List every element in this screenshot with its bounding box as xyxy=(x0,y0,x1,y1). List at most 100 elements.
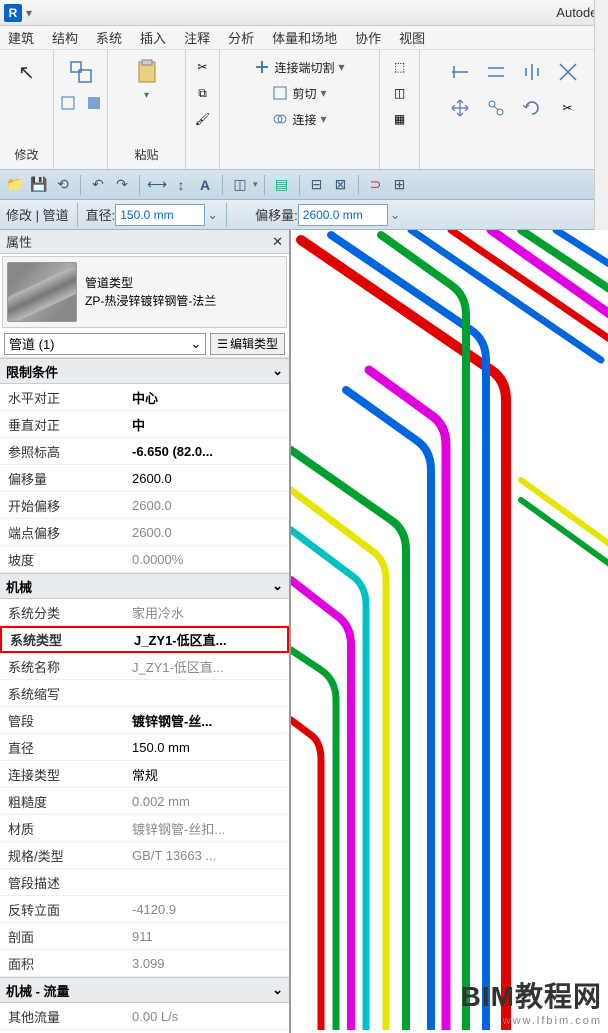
qat-section[interactable]: ▤ xyxy=(271,174,293,196)
menu-massing[interactable]: 体量和场地 xyxy=(272,28,337,47)
collapse-icon: ⌄ xyxy=(272,982,283,998)
menu-insert[interactable]: 插入 xyxy=(140,28,166,47)
pipe-thumbnail xyxy=(7,262,77,322)
diameter-dropdown-icon[interactable]: ⌄ xyxy=(207,207,218,223)
chevron-down-icon: ⌄ xyxy=(190,336,201,352)
trim-btn[interactable] xyxy=(552,56,584,88)
split-btn[interactable]: ✂ xyxy=(552,92,584,124)
row-sys-type: 系统类型J_ZY1-低区直... xyxy=(0,626,289,653)
cursor-icon: ↖ xyxy=(18,60,35,85)
qat-3d[interactable]: ◫ xyxy=(229,174,251,196)
align-btn[interactable] xyxy=(444,56,476,88)
edit-type-icon: ☰ xyxy=(217,337,228,351)
watermark: BIM教程网 www.lfbim.com xyxy=(461,975,602,1027)
offset-label: 偏移量: xyxy=(255,205,298,224)
options-bar: 修改 | 管道 直径: ⌄ 偏移量: ⌄ xyxy=(0,200,608,230)
properties-title-bar: 属性 ✕ xyxy=(0,230,289,254)
copy-mod-btn[interactable] xyxy=(480,92,512,124)
prop-btn-2[interactable] xyxy=(83,92,105,114)
panel-paste-label: 粘贴 xyxy=(134,146,158,165)
row-sys-abbr: 系统缩写 xyxy=(0,680,289,707)
row-slope: 坡度0.0000% xyxy=(0,546,289,573)
qat-close[interactable]: ⊠ xyxy=(330,174,352,196)
watermark-url: www.lfbim.com xyxy=(461,1015,602,1027)
row-seg-desc: 管段描述 xyxy=(0,869,289,896)
menu-systems[interactable]: 系统 xyxy=(96,28,122,47)
rotate-btn[interactable] xyxy=(516,92,548,124)
group-constraints[interactable]: 限制条件⌄ xyxy=(0,358,289,384)
cut-geom-icon xyxy=(272,85,288,101)
row-v-just: 垂直对正中 xyxy=(0,411,289,438)
mirror-btn[interactable] xyxy=(516,56,548,88)
pipe-model xyxy=(291,230,608,1030)
cut-btn[interactable]: ✂ xyxy=(192,56,214,78)
cut-geom-btn[interactable]: 剪切▾ xyxy=(267,81,331,105)
qat-dim1[interactable]: ⟷ xyxy=(146,174,168,196)
diameter-input[interactable] xyxy=(115,204,205,226)
quick-access-toolbar: 📁 💾 ⟲ ↶ ↷ ⟷ ↕ A ◫ ▾ ▤ ⊟ ⊠ ⊃ ⊞ xyxy=(0,170,608,200)
row-sys-name: 系统名称J_ZY1-低区直... xyxy=(0,653,289,680)
type-name: ZP-热浸锌镀锌钢管-法兰 xyxy=(85,292,216,310)
menu-annotate[interactable]: 注释 xyxy=(184,28,210,47)
copy-btn[interactable]: ⧉ xyxy=(192,82,214,104)
menu-collab[interactable]: 协作 xyxy=(355,28,381,47)
ribbon: ↖ 修改 ▾ 粘贴 ✂ ⧉ 🖌 连接端切割▾ 剪切▾ 连接▾ ⬚ ◫ ▦ xyxy=(0,50,608,170)
viewport-3d[interactable]: BIM教程网 www.lfbim.com xyxy=(290,230,608,1033)
qat-redo[interactable]: ↷ xyxy=(111,174,133,196)
qat-undo[interactable]: ↶ xyxy=(87,174,109,196)
qat-dropdown-icon[interactable]: ▾ xyxy=(26,6,32,20)
type-selector[interactable]: 管道类型 ZP-热浸锌镀锌钢管-法兰 xyxy=(2,256,287,328)
close-icon[interactable]: ✕ xyxy=(272,234,283,250)
join-icon xyxy=(272,111,288,127)
row-spec: 规格/类型GB/T 13663 ... xyxy=(0,842,289,869)
title-bar: R ▾ Autodes xyxy=(0,0,608,26)
group-mechanical[interactable]: 机械⌄ xyxy=(0,573,289,599)
paste-btn[interactable] xyxy=(131,56,163,88)
row-ref-level: 参照标高-6.650 (82.0... xyxy=(0,438,289,465)
collapse-icon: ⌄ xyxy=(272,578,283,594)
type-properties-btn[interactable] xyxy=(65,56,97,88)
qat-sync[interactable]: ⟲ xyxy=(52,174,74,196)
qat-open[interactable]: 📁 xyxy=(4,174,26,196)
geom-btn-1[interactable]: ⬚ xyxy=(389,56,411,78)
qat-text[interactable]: A xyxy=(194,174,216,196)
row-start-off: 开始偏移2600.0 xyxy=(0,492,289,519)
offset-input[interactable] xyxy=(298,204,388,226)
menu-view[interactable]: 视图 xyxy=(399,28,425,47)
qat-thin[interactable]: ⊟ xyxy=(306,174,328,196)
row-section: 剖面911 xyxy=(0,923,289,950)
menu-struct[interactable]: 结构 xyxy=(52,28,78,47)
select-tool[interactable]: ↖ xyxy=(11,56,43,88)
qat-save[interactable]: 💾 xyxy=(28,174,50,196)
panel-modify-label: 修改 xyxy=(14,146,38,165)
offset-dropdown-icon[interactable]: ⌄ xyxy=(390,207,401,223)
join-btn[interactable]: 连接▾ xyxy=(267,107,331,131)
row-diameter: 直径150.0 mm xyxy=(0,734,289,761)
context-label: 修改 | 管道 xyxy=(6,205,69,224)
geom-btn-2[interactable]: ◫ xyxy=(389,82,411,104)
move-btn[interactable] xyxy=(444,92,476,124)
row-sys-class: 系统分类家用冷水 xyxy=(0,599,289,626)
row-area: 面积3.099 xyxy=(0,950,289,977)
edit-type-button[interactable]: ☰编辑类型 xyxy=(210,333,285,355)
prop-btn-1[interactable] xyxy=(57,92,79,114)
properties-title: 属性 xyxy=(6,232,32,251)
watermark-logo: BIM教程网 xyxy=(461,975,602,1015)
diameter-label: 直径: xyxy=(86,205,116,224)
geom-btn-3[interactable]: ▦ xyxy=(389,108,411,130)
filter-combo[interactable]: 管道 (1)⌄ xyxy=(4,333,206,355)
qat-more[interactable]: ⊞ xyxy=(389,174,411,196)
properties-icon xyxy=(67,58,95,86)
menu-analyze[interactable]: 分析 xyxy=(228,28,254,47)
properties-panel: 属性 ✕ 管道类型 ZP-热浸锌镀锌钢管-法兰 管道 (1)⌄ ☰编辑类型 限制… xyxy=(0,230,290,1033)
app-icon: R xyxy=(4,4,22,22)
row-h-just: 水平对正中心 xyxy=(0,384,289,411)
row-roughness: 粗糙度0.002 mm xyxy=(0,788,289,815)
cope-btn[interactable]: 连接端切割▾ xyxy=(249,55,349,79)
group-mech-flow[interactable]: 机械 - 流量⌄ xyxy=(0,977,289,1003)
offset-btn[interactable] xyxy=(480,56,512,88)
qat-dim2[interactable]: ↕ xyxy=(170,174,192,196)
match-btn[interactable]: 🖌 xyxy=(192,108,214,130)
qat-magnet[interactable]: ⊃ xyxy=(365,174,387,196)
menu-arch[interactable]: 建筑 xyxy=(8,28,34,47)
